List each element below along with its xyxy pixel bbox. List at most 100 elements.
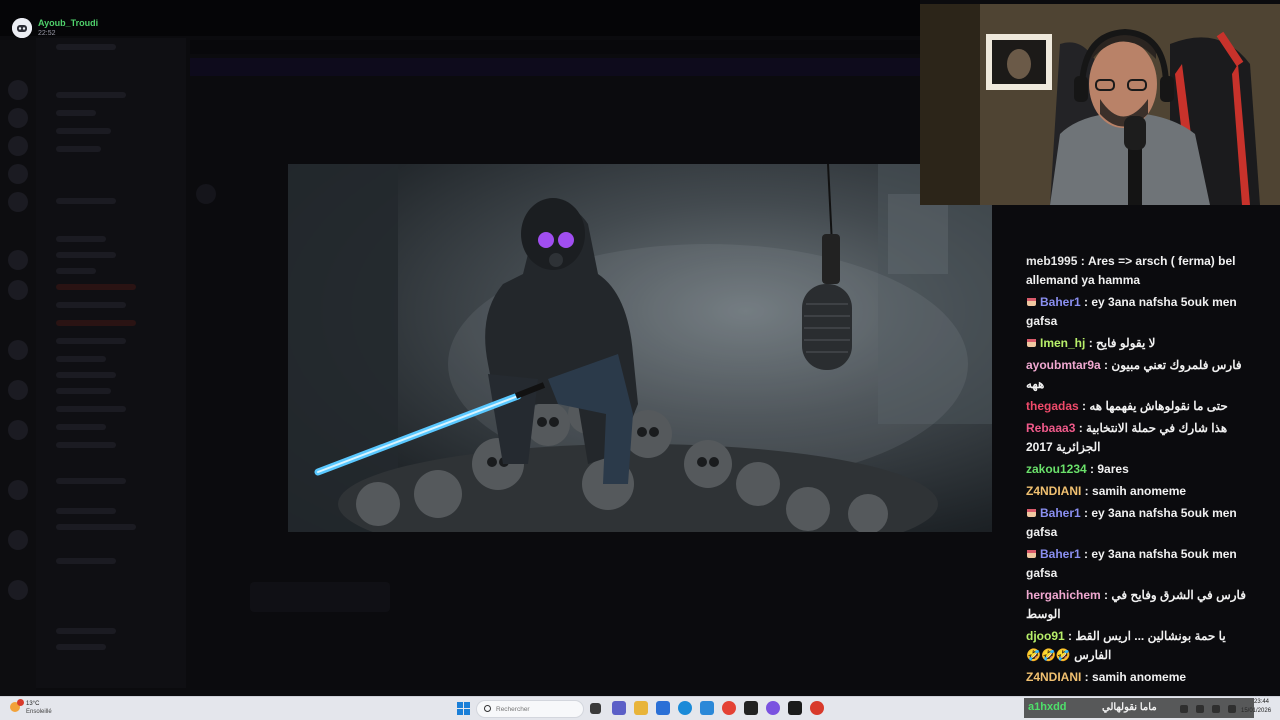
edge-icon[interactable] — [678, 701, 692, 715]
channel-item[interactable] — [56, 388, 111, 394]
chat-username: Imen_hj — [1040, 336, 1086, 350]
user-timestamp: 22:52 — [38, 30, 56, 37]
chat-message-text: samih anomeme — [1092, 484, 1187, 498]
channel-item[interactable] — [56, 478, 126, 484]
chat-message-text: حتى ما نقولوهاش يفهمها هه — [1089, 399, 1228, 413]
chat-message: Z4NDIANI : samih anomeme — [1020, 482, 1260, 501]
channel-item[interactable] — [56, 628, 116, 634]
app-icon[interactable] — [766, 701, 780, 715]
channel-item[interactable] — [56, 92, 126, 98]
obs-icon[interactable] — [744, 701, 758, 715]
chat-message: zakou1234 : 9ares — [1020, 460, 1260, 479]
chat-separator: : — [1100, 588, 1112, 602]
chat-message: hergahichem : فارس في الشرق وفايح في الو… — [1020, 586, 1260, 624]
chat-username: Rebaaa3 — [1026, 421, 1076, 435]
channel-item[interactable] — [56, 442, 116, 448]
start-button[interactable] — [457, 702, 470, 715]
channel-item[interactable] — [56, 372, 116, 378]
notification-badge — [17, 699, 24, 706]
chat-separator: : — [1080, 547, 1092, 561]
chat-message-text: لا يقولو فايح — [1096, 336, 1156, 350]
channel-item[interactable] — [56, 302, 126, 308]
channel-list — [36, 38, 186, 688]
chat-message: Rebaaa3 : هذا شارك في حملة الانتخابية ال… — [1020, 419, 1260, 457]
channel-item[interactable] — [56, 406, 126, 412]
mail-icon[interactable] — [700, 701, 714, 715]
channel-item[interactable] — [56, 644, 106, 650]
server-icon[interactable] — [8, 530, 28, 550]
taskbar-search[interactable] — [476, 700, 584, 718]
chat-username: djoo91 — [1026, 629, 1065, 643]
chat-message: ayoubmtar9a : فارس فلمروك تعني مبيون ههه — [1020, 356, 1260, 394]
weather-widget[interactable]: 13°C Ensoleillé — [8, 699, 68, 718]
chat-message-text: samih anomeme — [1092, 670, 1187, 684]
chat-separator: : — [1081, 670, 1093, 684]
server-icon[interactable] — [8, 380, 28, 400]
chat-username: ayoubmtar9a — [1026, 358, 1101, 372]
chat-message: Baher1 : ey 3ana nafsha 5ouk men gafsa — [1020, 504, 1260, 542]
channel-item[interactable] — [56, 128, 111, 134]
chat-separator: : — [1086, 462, 1098, 476]
channel-item[interactable] — [56, 284, 136, 290]
channel-item[interactable] — [56, 524, 136, 530]
app-icon[interactable] — [810, 701, 824, 715]
windows-logo-tile — [457, 702, 463, 708]
store-icon[interactable] — [656, 701, 670, 715]
file-explorer-icon[interactable] — [634, 701, 648, 715]
server-icon[interactable] — [8, 420, 28, 440]
search-input[interactable] — [496, 704, 576, 715]
channel-item[interactable] — [56, 252, 116, 258]
server-icon[interactable] — [8, 250, 28, 270]
terminal-icon[interactable] — [788, 701, 802, 715]
discord-user-card: Ayoub_Troudi 22:52 — [8, 14, 148, 42]
server-icon[interactable] — [8, 480, 28, 500]
chat-separator: : — [1080, 295, 1092, 309]
channel-item[interactable] — [56, 110, 96, 116]
channel-item[interactable] — [56, 146, 101, 152]
server-icon[interactable] — [8, 108, 28, 128]
clock-time[interactable]: 23:44 — [1254, 699, 1269, 705]
channel-item[interactable] — [56, 268, 96, 274]
chat-message: thegadas : حتى ما نقولوهاش يفهمها هه — [1020, 397, 1260, 416]
hand-badge-icon — [1026, 505, 1037, 517]
channel-item[interactable] — [56, 320, 136, 326]
server-icon[interactable] — [8, 280, 28, 300]
weather-temperature: 13°C — [26, 701, 40, 707]
webcam-feed — [920, 4, 1280, 205]
chat-username: Baher1 — [1040, 295, 1081, 309]
server-rail — [0, 40, 36, 690]
message-box[interactable] — [250, 582, 390, 612]
chat-message: Baher1 : ey 3ana nafsha 5ouk men gafsa — [1020, 293, 1260, 331]
channel-item[interactable] — [56, 198, 116, 204]
channel-item[interactable] — [56, 236, 106, 242]
channel-item[interactable] — [56, 508, 116, 514]
server-icon[interactable] — [8, 580, 28, 600]
stream-artwork-image — [288, 164, 992, 532]
server-icon[interactable] — [8, 340, 28, 360]
chat-message: Z4NDIANI : samih anomeme — [1020, 668, 1260, 687]
chat-username: Z4NDIANI — [1026, 484, 1082, 498]
channel-item[interactable] — [56, 558, 116, 564]
chat-username: thegadas — [1026, 399, 1079, 413]
chat-separator: : — [1077, 254, 1089, 268]
chat-separator: : — [1064, 629, 1076, 643]
teams-icon[interactable] — [612, 701, 626, 715]
chat-overlay: meb1995 : Ares => arsch ( ferma) bel all… — [1020, 252, 1260, 692]
channel-item[interactable] — [56, 356, 106, 362]
chat-separator: : — [1081, 484, 1093, 498]
channel-item[interactable] — [56, 424, 106, 430]
chat-username: a1hxdd — [1028, 701, 1067, 713]
task-view-icon[interactable] — [590, 703, 601, 714]
chat-separator: : — [1080, 506, 1092, 520]
chat-separator: : — [1085, 336, 1097, 350]
server-icon[interactable] — [8, 80, 28, 100]
channel-item[interactable] — [56, 338, 126, 344]
chrome-icon[interactable] — [722, 701, 736, 715]
hand-badge-icon — [1026, 294, 1037, 306]
server-icon[interactable] — [8, 192, 28, 212]
server-icon[interactable] — [8, 136, 28, 156]
chat-overlay-latest: a1hxdd ماما نقولهالي — [1024, 698, 1254, 718]
channel-item[interactable] — [56, 44, 116, 50]
chat-username: meb1995 — [1026, 254, 1078, 268]
server-icon[interactable] — [8, 164, 28, 184]
